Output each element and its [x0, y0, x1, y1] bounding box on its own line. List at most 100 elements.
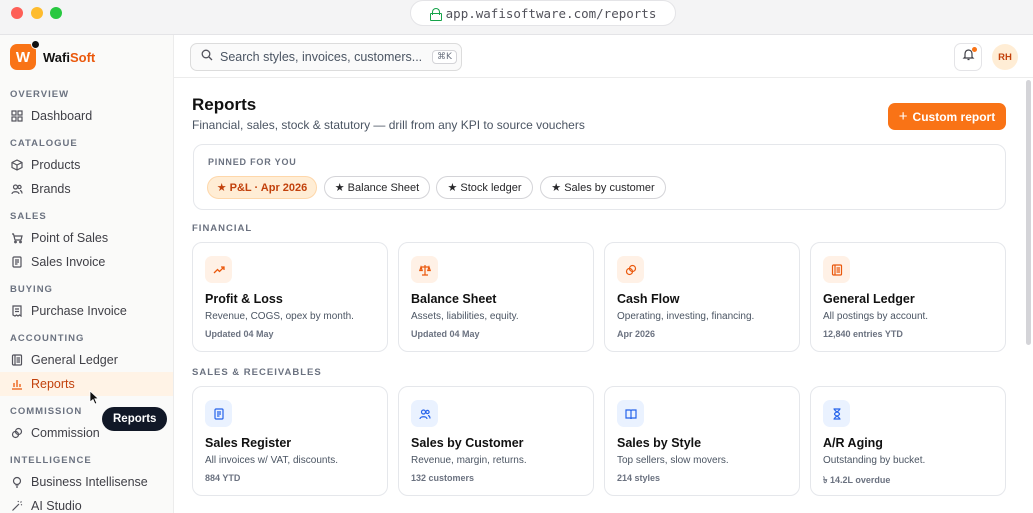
- report-card-sales-register[interactable]: Sales Register All invoices w/ VAT, disc…: [192, 386, 388, 496]
- page-subtitle: Financial, sales, stock & statutory — dr…: [192, 118, 585, 132]
- book-icon: [617, 400, 644, 427]
- pinned-chip[interactable]: ★ Balance Sheet: [324, 176, 430, 199]
- brand[interactable]: W WafiSoft: [10, 40, 96, 70]
- nav-section-accounting: ACCOUNTING: [10, 333, 85, 344]
- ledger-icon: [823, 256, 850, 283]
- report-card-ar-aging[interactable]: A/R Aging Outstanding by bucket. ৳ 14.2L…: [810, 386, 1006, 496]
- card-description: All invoices w/ VAT, discounts.: [205, 455, 339, 466]
- sidebar-item-brands[interactable]: Brands: [0, 177, 173, 201]
- report-card-general-ledger[interactable]: General Ledger All postings by account. …: [810, 242, 1006, 352]
- mouse-cursor-icon: [89, 390, 100, 405]
- card-title: Cash Flow: [617, 292, 680, 306]
- search-icon: [201, 48, 213, 66]
- card-title: Sales by Customer: [411, 436, 524, 450]
- report-card-sales-by-style[interactable]: Sales by Style Top sellers, slow movers.…: [604, 386, 800, 496]
- sidebar-item-reports[interactable]: Reports: [0, 372, 173, 396]
- card-description: Assets, liabilities, equity.: [411, 311, 519, 322]
- card-title: Balance Sheet: [411, 292, 497, 306]
- browser-chrome: app.wafisoftware.com/reports: [0, 0, 1033, 35]
- brand-logo: W: [10, 40, 40, 70]
- coins-icon: [617, 256, 644, 283]
- sidebar-item-label: General Ledger: [31, 353, 118, 367]
- report-card-balance-sheet[interactable]: Balance Sheet Assets, liabilities, equit…: [398, 242, 594, 352]
- nav-section-intelligence: INTELLIGENCE: [10, 455, 92, 466]
- custom-report-label: Custom report: [912, 109, 996, 124]
- custom-report-button[interactable]: + Custom report: [888, 103, 1006, 130]
- invoice-icon: [205, 400, 232, 427]
- card-meta: 12,840 entries YTD: [823, 329, 903, 339]
- pinned-chip[interactable]: ★ Sales by customer: [540, 176, 666, 199]
- brand-name: WafiSoft: [43, 49, 96, 65]
- report-card-sales-by-customer[interactable]: Sales by Customer Revenue, margin, retur…: [398, 386, 594, 496]
- hourglass-icon: [823, 400, 850, 427]
- lock-icon: [429, 7, 442, 21]
- close-window-button[interactable]: [11, 7, 23, 19]
- reports-tooltip: Reports: [102, 407, 168, 431]
- sidebar-item-business-intellisense[interactable]: Business Intellisense: [0, 470, 173, 494]
- card-description: Top sellers, slow movers.: [617, 455, 729, 466]
- sidebar-item-products[interactable]: Products: [0, 153, 173, 177]
- card-description: Revenue, COGS, opex by month.: [205, 311, 354, 322]
- pinned-chip[interactable]: ★ P&L · Apr 2026: [207, 176, 317, 199]
- notifications-button[interactable]: [954, 43, 982, 71]
- nav-section-sales: SALES: [10, 211, 47, 222]
- box-icon: [10, 159, 23, 172]
- sidebar-item-label: Products: [31, 158, 81, 172]
- main-content: Reports Financial, sales, stock & statut…: [174, 78, 1033, 513]
- card-meta: Apr 2026: [617, 329, 656, 339]
- minimize-window-button[interactable]: [31, 7, 43, 19]
- sidebar-item-ai-studio[interactable]: AI Studio: [0, 494, 173, 513]
- search-shortcut: ⌘K: [432, 50, 457, 64]
- card-description: Operating, investing, financing.: [617, 311, 755, 322]
- bell-icon: [962, 48, 975, 66]
- sidebar-item-label: Purchase Invoice: [31, 304, 127, 318]
- scale-icon: [411, 256, 438, 283]
- report-card-cash-flow[interactable]: Cash Flow Operating, investing, financin…: [604, 242, 800, 352]
- top-bar: ⌘K RH: [174, 35, 1033, 78]
- ledger-icon: [10, 354, 23, 367]
- sidebar-item-point-of-sales[interactable]: Point of Sales: [0, 226, 173, 250]
- sidebar-item-label: Sales Invoice: [31, 255, 106, 269]
- card-title: Sales by Style: [617, 436, 702, 450]
- users-icon: [10, 183, 23, 196]
- card-meta: 132 customers: [411, 473, 475, 483]
- pinned-chip[interactable]: ★ Stock ledger: [436, 176, 533, 199]
- invoice-icon: [10, 256, 23, 269]
- coins-icon: [10, 427, 23, 440]
- trend-up-icon: [205, 256, 232, 283]
- grid-icon: [10, 110, 23, 123]
- card-meta: ৳ 14.2L overdue: [823, 475, 891, 485]
- page-title: Reports: [192, 95, 257, 114]
- cart-icon: [10, 232, 23, 245]
- card-meta: 214 styles: [617, 473, 661, 483]
- sidebar-item-general-ledger[interactable]: General Ledger: [0, 348, 173, 372]
- sidebar-item-label: Dashboard: [31, 109, 93, 123]
- card-title: General Ledger: [823, 292, 915, 306]
- search-input[interactable]: [220, 50, 425, 64]
- sidebar-item-purchase-invoice[interactable]: Purchase Invoice: [0, 299, 173, 323]
- avatar[interactable]: RH: [992, 44, 1018, 70]
- users-icon: [411, 400, 438, 427]
- sidebar: W WafiSoft OVERVIEW Dashboard CATALOGUE …: [0, 35, 174, 513]
- receipt-icon: [10, 305, 23, 318]
- sidebar-item-sales-invoice[interactable]: Sales Invoice: [0, 250, 173, 274]
- card-description: All postings by account.: [823, 311, 929, 322]
- card-title: Sales Register: [205, 436, 292, 450]
- address-bar[interactable]: app.wafisoftware.com/reports: [410, 0, 676, 26]
- group-label-sales-receivables: SALES & RECEIVABLES: [192, 367, 322, 378]
- sidebar-item-label: Brands: [31, 182, 71, 196]
- maximize-window-button[interactable]: [50, 7, 62, 19]
- plus-icon: +: [898, 108, 908, 125]
- sidebar-item-dashboard[interactable]: Dashboard: [0, 104, 173, 128]
- bar-chart-icon: [10, 378, 23, 391]
- card-meta: Updated 04 May: [205, 329, 274, 339]
- scrollbar[interactable]: [1026, 80, 1031, 345]
- card-description: Revenue, margin, returns.: [411, 455, 527, 466]
- group-label-financial: FINANCIAL: [192, 223, 253, 234]
- card-description: Outstanding by bucket.: [823, 455, 926, 466]
- nav-section-buying: BUYING: [10, 284, 53, 295]
- sidebar-item-label: Business Intellisense: [31, 475, 148, 489]
- card-meta: Updated 04 May: [411, 329, 480, 339]
- search-box[interactable]: ⌘K: [190, 43, 462, 71]
- report-card-profit-loss[interactable]: Profit & Loss Revenue, COGS, opex by mon…: [192, 242, 388, 352]
